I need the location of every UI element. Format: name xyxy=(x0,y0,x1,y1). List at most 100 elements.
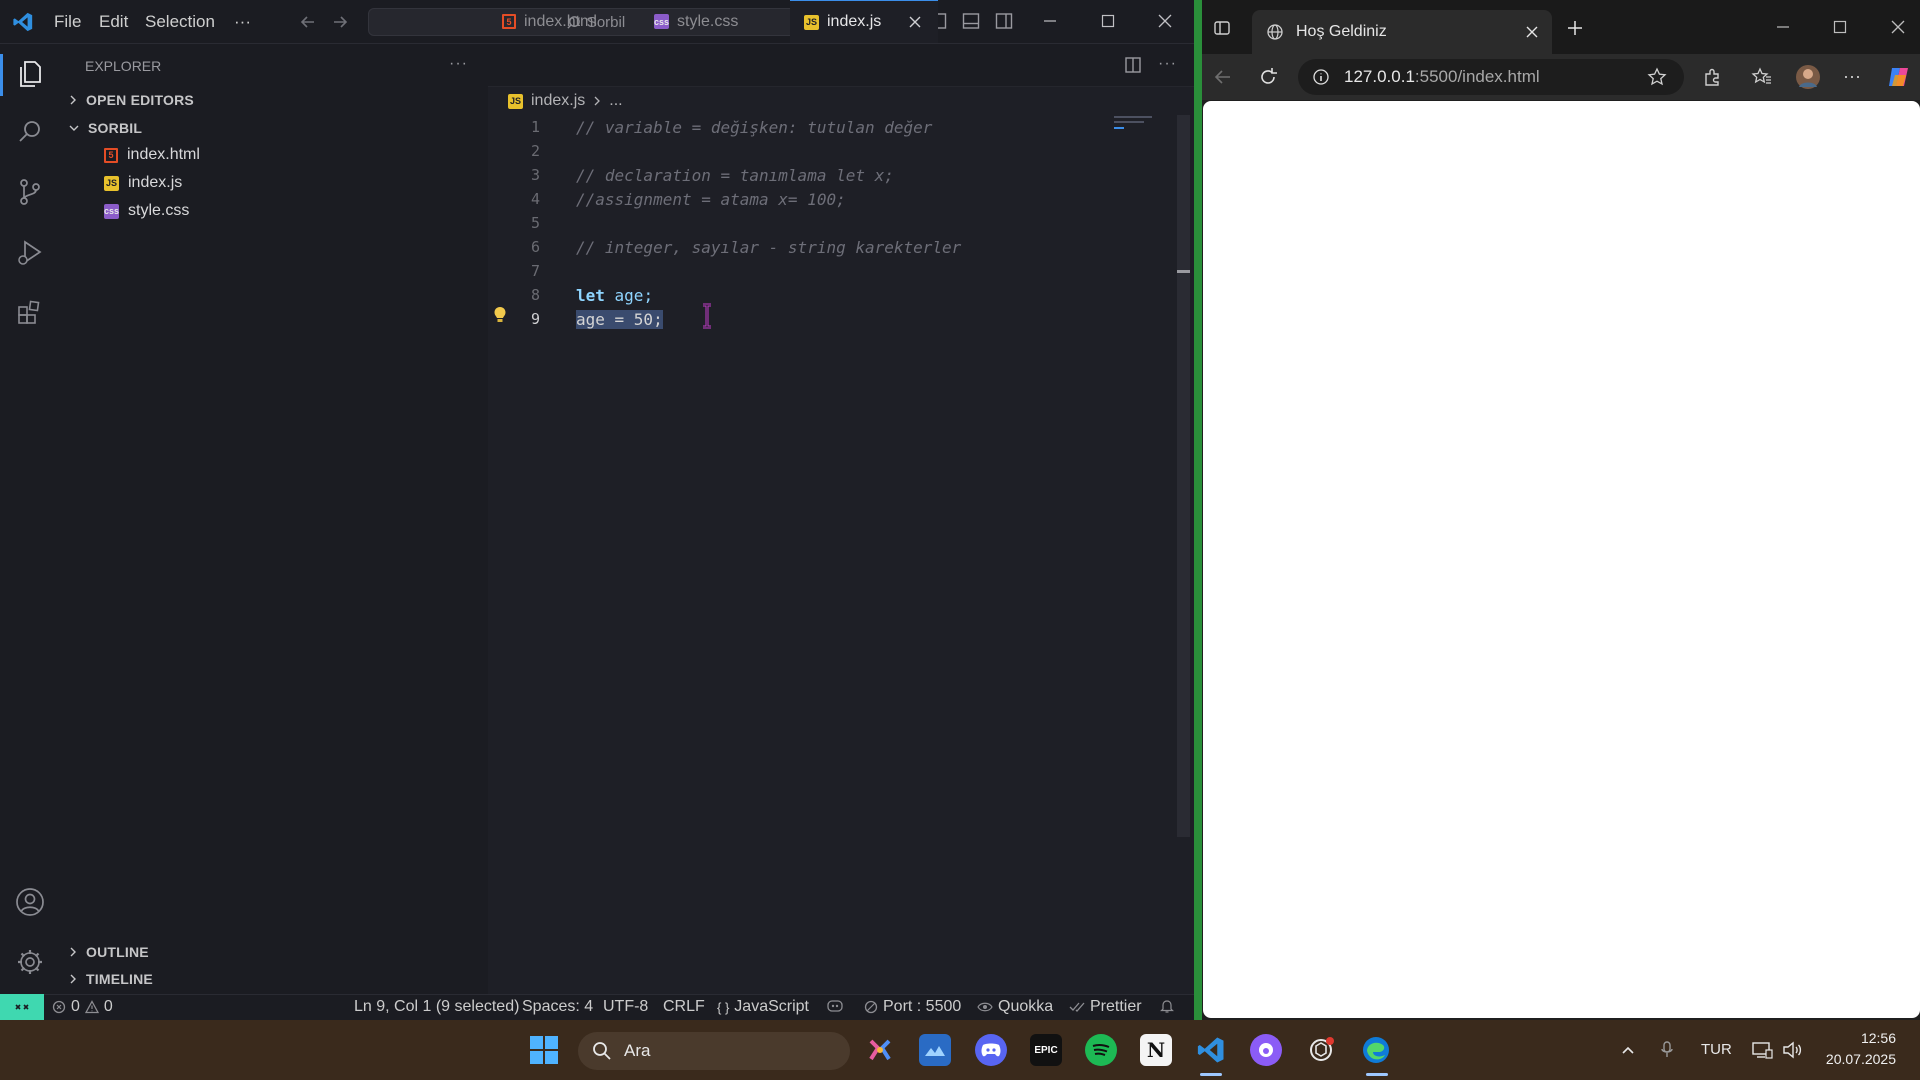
lightbulb-icon[interactable] xyxy=(492,305,508,325)
web-page-content[interactable] xyxy=(1203,101,1920,1018)
clock-date[interactable]: 20.07.2025 xyxy=(1820,1051,1896,1067)
maximize-icon[interactable] xyxy=(1100,12,1116,30)
code-line[interactable]: 4 //assignment = atama x= 100; xyxy=(488,187,1178,211)
spotify-icon[interactable] xyxy=(1085,1034,1117,1066)
tab-style-css[interactable]: css style.css xyxy=(640,0,780,43)
menu-edit[interactable]: Edit xyxy=(99,12,128,32)
outline-section[interactable]: OUTLINE xyxy=(68,944,149,960)
discord-icon[interactable] xyxy=(975,1034,1007,1066)
toggle-panel-icon[interactable] xyxy=(962,12,980,30)
search-view-icon[interactable] xyxy=(12,114,48,150)
code-line[interactable]: 5 xyxy=(488,211,1178,235)
favorite-star-icon[interactable] xyxy=(1646,66,1668,88)
profile-avatar[interactable] xyxy=(1795,64,1821,90)
cursor-position[interactable]: Ln 9, Col 1 (9 selected) xyxy=(354,998,519,1016)
close-window-icon[interactable] xyxy=(1890,18,1906,36)
close-tab-icon[interactable] xyxy=(1526,26,1538,38)
split-editor-icon[interactable] xyxy=(1124,56,1142,74)
new-tab-plus-icon[interactable] xyxy=(1566,19,1584,37)
line-ending[interactable]: CRLF xyxy=(663,998,705,1016)
remote-indicator[interactable] xyxy=(0,994,44,1020)
file-item-index-html[interactable]: 5 index.html xyxy=(104,146,200,164)
browser-tab-active[interactable]: Hoş Geldiniz xyxy=(1252,10,1552,54)
prettier-status[interactable]: Prettier xyxy=(1069,998,1142,1016)
edge-browser-icon[interactable] xyxy=(1360,1034,1392,1066)
extensions-puzzle-icon[interactable] xyxy=(1701,66,1723,88)
quokka-status[interactable]: Quokka xyxy=(977,998,1053,1016)
indentation[interactable]: Spaces: 4 xyxy=(522,998,593,1016)
network-icon[interactable] xyxy=(1751,1040,1773,1060)
forward-arrow-icon[interactable] xyxy=(330,12,350,32)
breadcrumb-symbol[interactable]: ... xyxy=(609,92,622,110)
input-language[interactable]: TUR xyxy=(1701,1041,1732,1058)
tab-index-html[interactable]: 5 index.html xyxy=(488,0,630,43)
timeline-section[interactable]: TIMELINE xyxy=(68,971,153,987)
code-comment: //assignment = atama x= 100; xyxy=(576,189,846,209)
file-item-index-js[interactable]: JS index.js xyxy=(104,174,182,192)
settings-more-icon[interactable]: ··· xyxy=(1843,66,1861,87)
language-mode[interactable]: { } JavaScript xyxy=(717,998,809,1016)
clock-time[interactable]: 12:56 xyxy=(1842,1030,1896,1046)
code-line[interactable]: 7 xyxy=(488,259,1178,283)
encoding[interactable]: UTF-8 xyxy=(603,998,648,1016)
extensions-icon[interactable] xyxy=(12,294,48,330)
notion-icon[interactable]: N xyxy=(1140,1034,1172,1066)
vertical-scrollbar[interactable] xyxy=(1177,115,1190,837)
code-line[interactable]: 2 xyxy=(488,139,1178,163)
github-desktop-icon[interactable] xyxy=(1250,1034,1282,1066)
maximize-icon[interactable] xyxy=(1832,18,1848,36)
site-info-icon[interactable] xyxy=(1312,68,1330,86)
minimap[interactable] xyxy=(1114,116,1152,118)
tab-actions-icon[interactable] xyxy=(1213,19,1231,37)
menu-file[interactable]: File xyxy=(54,12,81,32)
notifications-bell-icon[interactable] xyxy=(1160,998,1174,1014)
code-line[interactable]: 1 // variable = değişken: tutulan değer xyxy=(488,115,1178,139)
code-line[interactable]: 6 // integer, sayılar - string karekterle… xyxy=(488,235,1178,259)
copilot-icon[interactable] xyxy=(1886,64,1912,90)
source-control-icon[interactable] xyxy=(12,174,48,210)
photos-app-icon[interactable] xyxy=(919,1034,951,1066)
close-tab-icon[interactable] xyxy=(909,16,921,28)
vscode-taskbar-icon[interactable] xyxy=(1195,1034,1227,1066)
address-bar[interactable]: 127.0.0.1:5500/index.html xyxy=(1298,59,1684,95)
close-window-icon[interactable] xyxy=(1157,12,1173,30)
volume-icon[interactable] xyxy=(1781,1040,1803,1060)
code-line-current[interactable]: 9 age = 50; xyxy=(488,307,1178,331)
file-item-style-css[interactable]: css style.css xyxy=(104,202,189,220)
explorer-more-icon[interactable]: ··· xyxy=(449,55,468,73)
favorites-list-icon[interactable] xyxy=(1751,66,1773,88)
breadcrumb-file[interactable]: index.js xyxy=(531,92,585,110)
explorer-icon[interactable] xyxy=(12,56,48,92)
code-line[interactable]: 8 let age; xyxy=(488,283,1178,307)
accounts-icon[interactable] xyxy=(12,884,48,920)
epic-games-icon[interactable]: EPIC xyxy=(1030,1034,1062,1066)
menu-more[interactable]: ··· xyxy=(234,12,251,32)
live-server-port[interactable]: Port : 5500 xyxy=(864,998,961,1016)
menu-selection[interactable]: Selection xyxy=(145,12,215,32)
taskbar-search[interactable]: Ara xyxy=(578,1032,850,1070)
chatgpt-icon[interactable] xyxy=(1305,1034,1337,1066)
line-number: 3 xyxy=(530,166,540,184)
problems-indicator[interactable]: 0 0 xyxy=(52,998,113,1016)
project-folder-section[interactable]: SORBIL xyxy=(68,120,142,136)
code-line[interactable]: 3 // declaration = tanımlama let x; xyxy=(488,163,1178,187)
minimap-selection xyxy=(1114,127,1124,129)
toggle-secondary-sidebar-icon[interactable] xyxy=(995,12,1013,30)
copilot-app-icon[interactable] xyxy=(864,1034,896,1066)
chevron-up-icon[interactable] xyxy=(1620,1042,1636,1058)
back-arrow-icon[interactable] xyxy=(1212,66,1234,88)
run-debug-icon[interactable] xyxy=(12,234,48,270)
minimize-icon[interactable] xyxy=(1775,18,1791,36)
editor-more-icon[interactable]: ··· xyxy=(1158,55,1177,73)
refresh-icon[interactable] xyxy=(1257,66,1279,88)
back-arrow-icon[interactable] xyxy=(298,12,318,32)
microphone-icon[interactable] xyxy=(1660,1040,1674,1060)
open-editors-section[interactable]: OPEN EDITORS xyxy=(68,92,194,108)
tab-index-js[interactable]: JS index.js xyxy=(790,0,938,43)
project-folder-label: SORBIL xyxy=(88,120,143,136)
windows-start-icon[interactable] xyxy=(528,1034,560,1066)
manage-gear-icon[interactable] xyxy=(12,944,48,980)
window-snap-divider[interactable] xyxy=(1194,0,1202,1020)
minimize-icon[interactable] xyxy=(1042,12,1058,30)
copilot-status-icon[interactable] xyxy=(826,998,844,1014)
